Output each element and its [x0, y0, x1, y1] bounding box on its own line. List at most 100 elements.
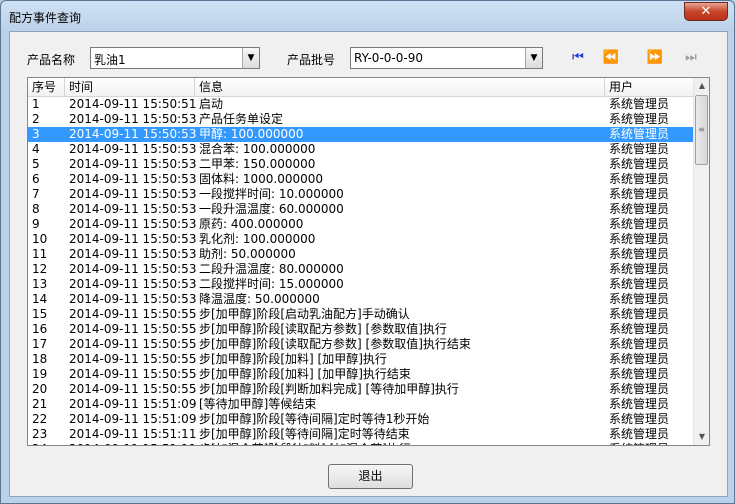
table-row[interactable]: 19 2014-09-11 15:50:55 步[加甲醇]阶段[加料] [加甲醇]执…: [28, 367, 694, 382]
row-info: 二段升温温度: 80.000000: [199, 262, 344, 276]
row-info: 步[加甲醇]阶段[启动乳油配方]手动确认: [199, 307, 410, 321]
table-row[interactable]: 6 2014-09-11 15:50:53 固体料: 1000.000000 系统管理…: [28, 172, 694, 187]
table-row[interactable]: 21 2014-09-11 15:51:09 [等待加甲醇]等候结束 系统管理员: [28, 397, 694, 412]
table-row[interactable]: 7 2014-09-11 15:50:53 一段搅拌时间: 10.000000 系统管…: [28, 187, 694, 202]
row-no: 22: [32, 412, 48, 426]
row-user: 系统管理员: [609, 412, 670, 426]
table-row[interactable]: 3 2014-09-11 15:50:53 甲醇: 100.000000 系统管理员: [28, 127, 694, 142]
table-row[interactable]: 4 2014-09-11 15:50:53 混合苯: 100.000000 系统管理员: [28, 142, 694, 157]
row-info: 步[加甲醇]阶段[读取配方参数] [参数取值]执行结束: [199, 337, 471, 351]
window-title: 配方事件查询: [9, 11, 82, 25]
table-row[interactable]: 23 2014-09-11 15:51:11 步[加甲醇]阶段[等待间隔]定时等待结…: [28, 427, 694, 442]
product-name-select[interactable]: 乳油1 ▼: [90, 47, 260, 69]
row-time: 2014-09-11 15:50:53: [69, 187, 197, 201]
row-user: 系统管理员: [609, 337, 670, 351]
row-user: 系统管理员: [609, 367, 670, 381]
table-row[interactable]: 12 2014-09-11 15:50:53 二段升温温度: 80.000000 系统…: [28, 262, 694, 277]
event-list[interactable]: 序号 时间 信息 用户 1 2014-09-11 15:50:51 启动 系统管理员 2…: [27, 77, 710, 446]
row-user: 系统管理员: [609, 322, 670, 336]
table-row[interactable]: 5 2014-09-11 15:50:53 二甲苯: 150.000000 系统管理员: [28, 157, 694, 172]
row-no: 16: [32, 322, 48, 336]
row-info: 启动: [199, 97, 224, 111]
row-user: 系统管理员: [609, 262, 670, 276]
row-time: 2014-09-11 15:50:55: [69, 382, 197, 396]
title-bar[interactable]: 配方事件查询 ✕: [1, 1, 734, 31]
product-name-value: 乳油1: [94, 53, 126, 67]
row-time: 2014-09-11 15:50:53: [69, 262, 197, 276]
table-row[interactable]: 20 2014-09-11 15:50:55 步[加甲醇]阶段[判断加料完成] [等…: [28, 382, 694, 397]
table-row[interactable]: 10 2014-09-11 15:50:53 乳化剂: 100.000000 系统管理…: [28, 232, 694, 247]
row-user: 系统管理员: [609, 427, 670, 441]
row-time: 2014-09-11 15:50:53: [69, 217, 197, 231]
scroll-up-icon[interactable]: ▲: [694, 78, 709, 94]
row-no: 21: [32, 397, 48, 411]
row-no: 17: [32, 337, 48, 351]
column-header-no[interactable]: 序号: [28, 78, 65, 97]
row-info: 步[加甲醇]阶段[加料] [加甲醇]执行结束: [199, 367, 411, 381]
close-icon: ✕: [700, 4, 712, 19]
row-no: 6: [32, 172, 40, 186]
row-time: 2014-09-11 15:50:53: [69, 112, 197, 126]
row-user: 系统管理员: [609, 307, 670, 321]
table-row[interactable]: 15 2014-09-11 15:50:55 步[加甲醇]阶段[启动乳油配方]手动确…: [28, 307, 694, 322]
table-row[interactable]: 16 2014-09-11 15:50:55 步[加甲醇]阶段[读取配方参数] [参…: [28, 322, 694, 337]
row-user: 系统管理员: [609, 232, 670, 246]
column-header-info[interactable]: 信息: [195, 78, 605, 97]
next-page-icon[interactable]: ⏩: [644, 49, 666, 67]
row-user: 系统管理员: [609, 202, 670, 216]
row-info: 步[加甲醇]阶段[读取配方参数] [参数取值]执行: [199, 322, 447, 336]
product-name-label: 产品名称: [27, 53, 76, 67]
row-user: 系统管理员: [609, 97, 670, 111]
last-page-icon[interactable]: ⏭: [680, 49, 702, 67]
row-info: 二段搅拌时间: 15.000000: [199, 277, 344, 291]
table-row[interactable]: 2 2014-09-11 15:50:53 产品任务单设定 系统管理员: [28, 112, 694, 127]
scroll-down-icon[interactable]: ▼: [694, 429, 709, 445]
row-info: [等待加甲醇]等候结束: [199, 397, 317, 411]
row-info: 步[加甲醇]阶段[判断加料完成] [等待加甲醇]执行: [199, 382, 459, 396]
row-info: 降温温度: 50.000000: [199, 292, 320, 306]
row-user: 系统管理员: [609, 112, 670, 126]
chevron-down-icon[interactable]: ▼: [242, 48, 259, 68]
close-button[interactable]: ✕: [684, 2, 728, 21]
row-no: 7: [32, 187, 40, 201]
row-user: 系统管理员: [609, 187, 670, 201]
row-info: 乳化剂: 100.000000: [199, 232, 316, 246]
table-row[interactable]: 17 2014-09-11 15:50:55 步[加甲醇]阶段[读取配方参数] [参…: [28, 337, 694, 352]
chevron-down-icon[interactable]: ▼: [525, 48, 542, 68]
vertical-scrollbar[interactable]: ▲ ≡ ▼: [693, 78, 709, 445]
batch-select[interactable]: RY-0-0-0-90 ▼: [350, 47, 543, 69]
column-header-time[interactable]: 时间: [65, 78, 195, 97]
table-row[interactable]: 1 2014-09-11 15:50:51 启动 系统管理员: [28, 97, 694, 112]
row-info: 产品任务单设定: [199, 112, 284, 126]
row-time: 2014-09-11 15:51:11: [69, 442, 196, 445]
table-row[interactable]: 13 2014-09-11 15:50:53 二段搅拌时间: 15.000000 系统…: [28, 277, 694, 292]
row-time: 2014-09-11 15:50:53: [69, 292, 197, 306]
first-page-icon[interactable]: ⏮: [567, 49, 589, 67]
row-no: 18: [32, 352, 48, 366]
row-no: 12: [32, 262, 48, 276]
table-row[interactable]: 14 2014-09-11 15:50:53 降温温度: 50.000000 系统管理…: [28, 292, 694, 307]
table-row[interactable]: 8 2014-09-11 15:50:53 一段升温温度: 60.000000 系统管…: [28, 202, 694, 217]
row-info: 混合苯: 100.000000: [199, 142, 316, 156]
row-time: 2014-09-11 15:50:53: [69, 172, 197, 186]
exit-button[interactable]: 退出: [328, 464, 413, 489]
row-info: 固体料: 1000.000000: [199, 172, 324, 186]
previous-page-icon[interactable]: ⏪: [600, 49, 622, 67]
row-no: 2: [32, 112, 40, 126]
table-row[interactable]: 11 2014-09-11 15:50:53 助剂: 50.000000 系统管理员: [28, 247, 694, 262]
table-row[interactable]: 9 2014-09-11 15:50:53 原药: 400.000000 系统管理员: [28, 217, 694, 232]
row-time: 2014-09-11 15:51:11: [69, 427, 197, 441]
table-row[interactable]: 22 2014-09-11 15:51:09 步[加甲醇]阶段[等待间隔]定时等待1…: [28, 412, 694, 427]
row-time: 2014-09-11 15:51:09: [69, 397, 197, 411]
row-no: 9: [32, 217, 40, 231]
table-row[interactable]: 18 2014-09-11 15:50:55 步[加甲醇]阶段[加料] [加甲醇]执…: [28, 352, 694, 367]
row-user: 系统管理员: [609, 442, 669, 445]
row-info: 原药: 400.000000: [199, 217, 304, 231]
column-header-user[interactable]: 用户: [605, 78, 694, 97]
row-time: 2014-09-11 15:50:55: [69, 307, 197, 321]
scroll-thumb[interactable]: ≡: [695, 95, 708, 165]
table-row[interactable]: 24 2014-09-11 15:51:11步[加混合苯]阶段[加料] [加混合苯…: [28, 442, 694, 445]
row-no: 13: [32, 277, 48, 291]
row-info: 一段升温温度: 60.000000: [199, 202, 344, 216]
row-time: 2014-09-11 15:50:55: [69, 337, 197, 351]
